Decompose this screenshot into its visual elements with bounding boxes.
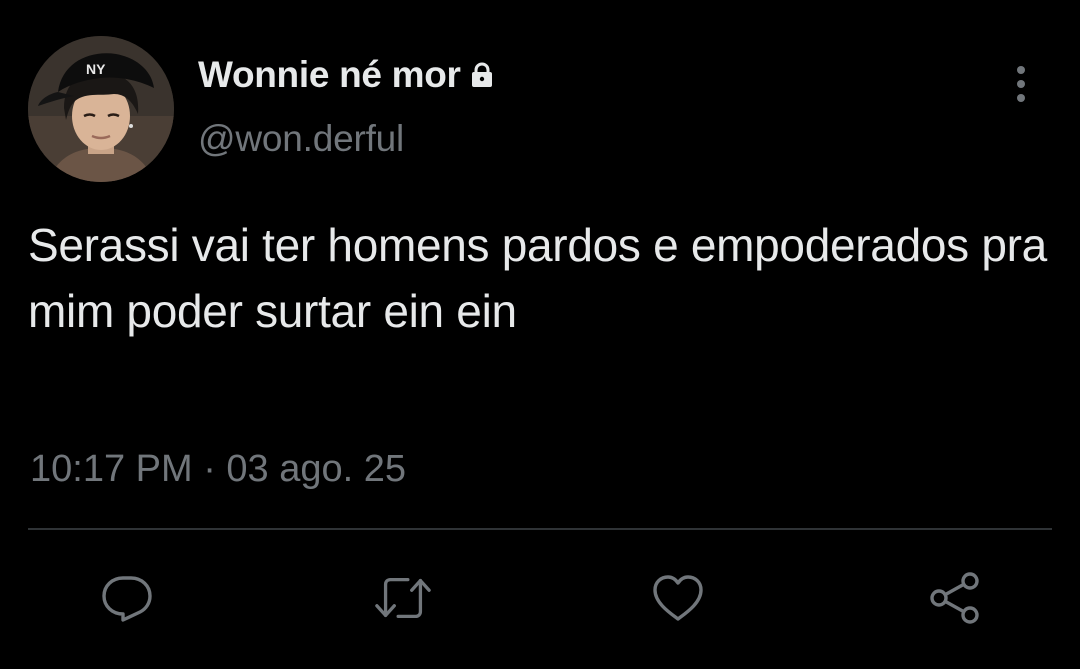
retweet-button[interactable] [373, 568, 433, 628]
display-name-row: Wonnie né mor [198, 52, 497, 98]
tweet-timestamp[interactable]: 10:17 PM · 03 ago. 25 [30, 448, 406, 491]
share-icon [930, 572, 979, 624]
svg-text:NY: NY [86, 61, 106, 77]
lock-icon [467, 60, 497, 90]
like-button[interactable] [648, 568, 708, 628]
more-vertical-icon [1017, 66, 1025, 102]
more-options-button[interactable] [1002, 62, 1040, 106]
display-name[interactable]: Wonnie né mor [198, 54, 461, 96]
tweet-detail: NY Wonnie né mor @won.derful Serassi vai… [0, 0, 1080, 669]
reply-button[interactable] [97, 568, 157, 628]
retweet-icon [375, 577, 431, 619]
divider [28, 528, 1052, 530]
user-handle[interactable]: @won.derful [198, 118, 404, 160]
share-button[interactable] [925, 568, 985, 628]
like-icon [653, 575, 703, 621]
reply-icon [102, 576, 152, 622]
avatar[interactable]: NY [28, 36, 174, 182]
tweet-text: Serassi vai ter homens pardos e empodera… [28, 219, 1047, 337]
profile-photo: NY [28, 36, 174, 182]
